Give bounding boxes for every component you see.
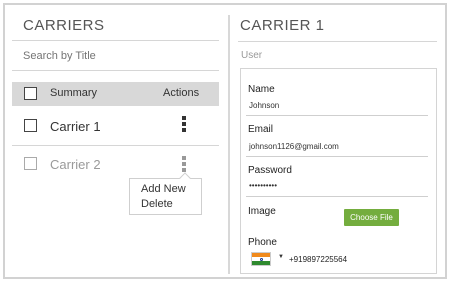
column-header-summary: Summary (50, 87, 98, 99)
email-field[interactable]: johnson1126@gmail.com (249, 142, 339, 151)
detail-title: CARRIER 1 (240, 17, 325, 34)
row-label: Carrier 1 (50, 119, 101, 134)
password-label: Password (248, 165, 292, 176)
carriers-title: CARRIERS (23, 17, 105, 34)
column-header-actions: Actions (163, 87, 200, 99)
divider (12, 40, 219, 41)
carriers-panel: CARRIERS Summary Actions Carrier 1 Carri… (12, 6, 219, 274)
row-checkbox[interactable] (24, 119, 37, 132)
divider (246, 115, 428, 116)
divider (12, 145, 219, 146)
divider (246, 156, 428, 157)
phone-label: Phone (248, 237, 277, 248)
india-flag-icon[interactable] (251, 252, 271, 266)
name-field[interactable]: Johnson (249, 101, 279, 110)
row-label: Carrier 2 (50, 157, 101, 172)
pane-divider (228, 15, 230, 274)
email-label: Email (248, 124, 274, 135)
menu-item-add-new[interactable]: Add New (141, 183, 186, 195)
name-label: Name (248, 84, 275, 95)
image-label: Image (248, 206, 276, 217)
divider (238, 41, 437, 42)
table-header: Summary Actions (12, 82, 219, 106)
search-input[interactable] (23, 50, 213, 62)
select-all-checkbox[interactable] (24, 87, 37, 100)
phone-field[interactable]: +919897225564 (289, 255, 347, 264)
choose-file-button[interactable]: Choose File (344, 209, 399, 226)
more-actions-icon[interactable] (181, 116, 187, 136)
section-label: User (241, 50, 263, 61)
chevron-down-icon[interactable]: ▼ (278, 254, 284, 260)
divider (12, 70, 219, 71)
row-checkbox[interactable] (24, 157, 37, 170)
password-field[interactable]: •••••••••• (249, 181, 277, 190)
menu-item-delete[interactable]: Delete (141, 198, 173, 210)
divider (246, 196, 428, 197)
actions-menu: Add New Delete (129, 172, 202, 215)
